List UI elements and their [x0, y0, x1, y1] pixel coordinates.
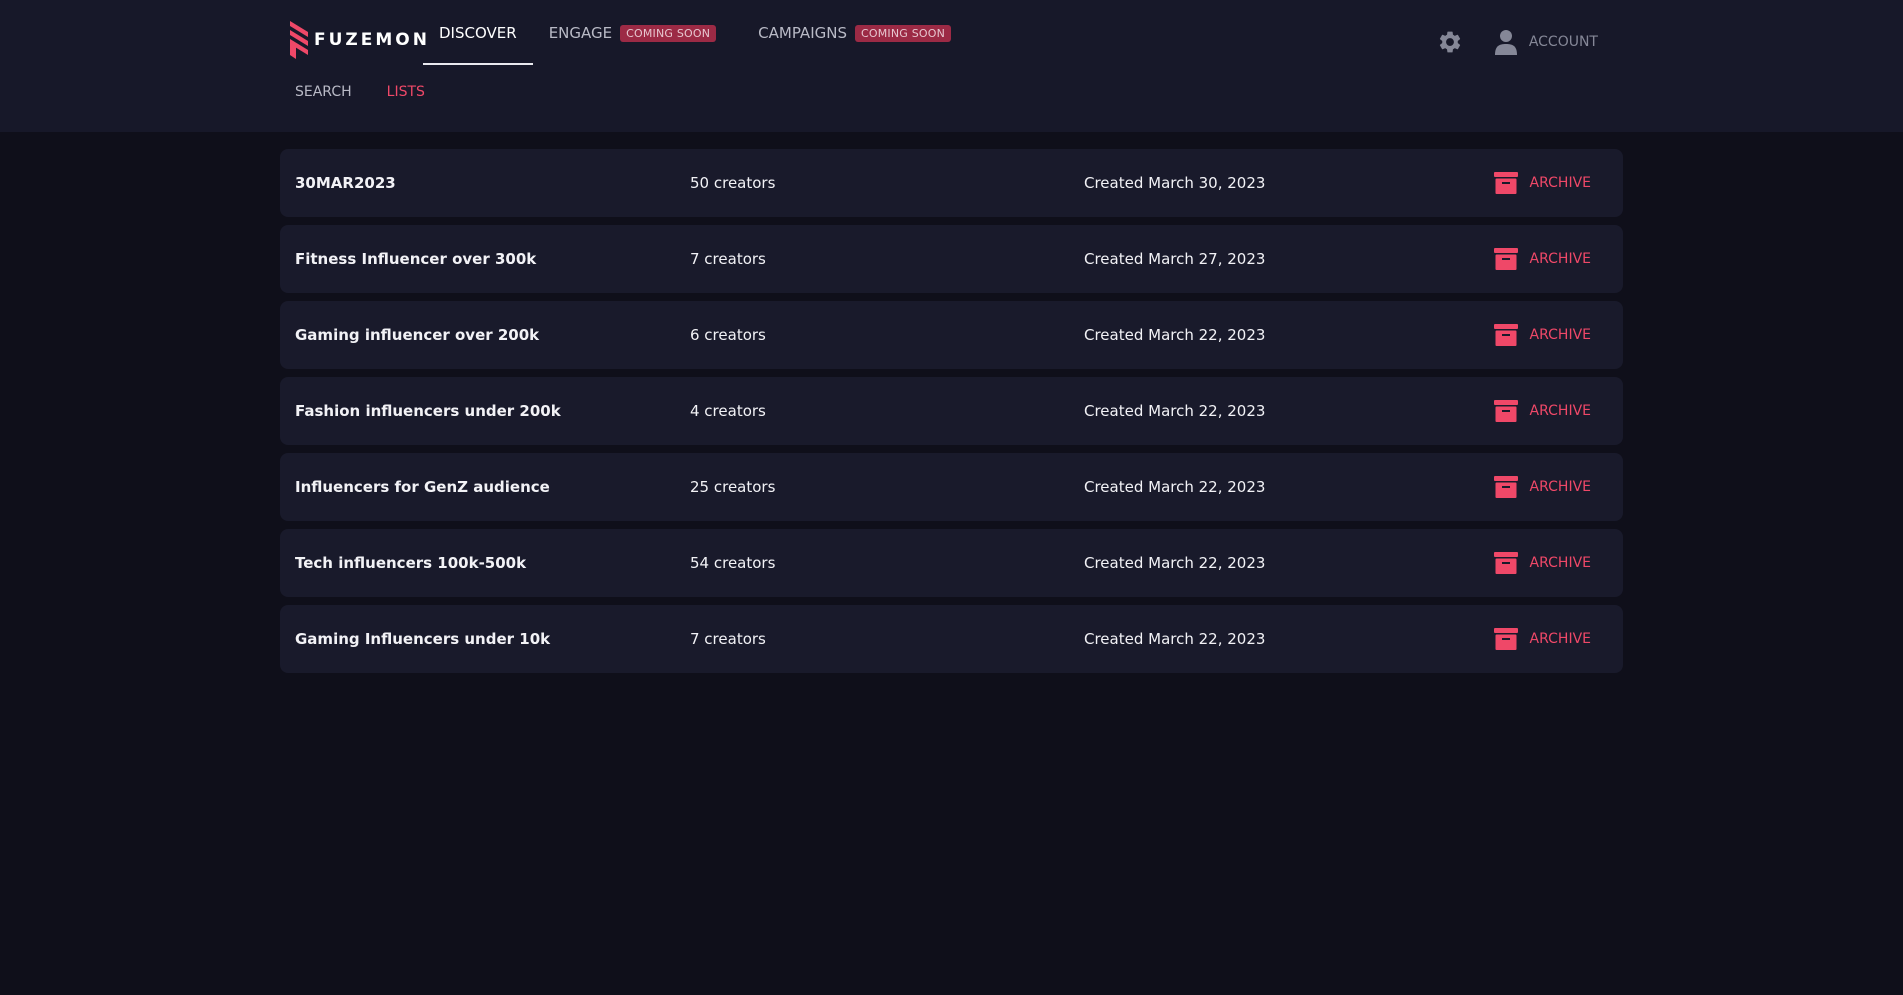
archive-button[interactable]: ARCHIVE — [1493, 605, 1591, 673]
list-item[interactable]: Tech influencers 100k-500k 54 creators C… — [280, 529, 1623, 597]
list-creator-count: 50 creators — [690, 174, 776, 192]
list-creator-count: 7 creators — [690, 250, 766, 268]
archive-icon — [1493, 324, 1518, 346]
list-creator-count: 54 creators — [690, 554, 776, 572]
archive-button[interactable]: ARCHIVE — [1493, 225, 1591, 293]
nav-discover[interactable]: DISCOVER — [423, 0, 533, 66]
main-nav: DISCOVER ENGAGE COMING SOON CAMPAIGNS CO… — [423, 0, 967, 66]
list-creator-count: 4 creators — [690, 402, 766, 420]
subnav-search[interactable]: SEARCH — [295, 84, 352, 100]
list-name: Fashion influencers under 200k — [295, 402, 561, 420]
list-name: Gaming Influencers under 10k — [295, 630, 551, 648]
list-name: Gaming influencer over 200k — [295, 326, 540, 344]
list-item[interactable]: 30MAR2023 50 creators Created March 30, … — [280, 149, 1623, 217]
list-created-date: Created March 30, 2023 — [1084, 174, 1266, 192]
archive-icon — [1493, 628, 1518, 650]
brand-name: FUZEMON — [314, 30, 430, 50]
subnav-lists[interactable]: LISTS — [387, 84, 425, 100]
user-icon — [1494, 30, 1517, 55]
archive-button[interactable]: ARCHIVE — [1493, 301, 1591, 369]
list-item[interactable]: Gaming Influencers under 10k 7 creators … — [280, 605, 1623, 673]
archive-button[interactable]: ARCHIVE — [1493, 377, 1591, 445]
account-label: ACCOUNT — [1528, 34, 1598, 50]
list-name: Influencers for GenZ audience — [295, 478, 550, 496]
archive-button[interactable]: ARCHIVE — [1493, 149, 1591, 217]
archive-label: ARCHIVE — [1529, 479, 1591, 495]
list-creator-count: 25 creators — [690, 478, 776, 496]
list-item[interactable]: Fitness Influencer over 300k 7 creators … — [280, 225, 1623, 293]
list-name: Tech influencers 100k-500k — [295, 554, 527, 572]
list-creator-count: 7 creators — [690, 630, 766, 648]
archive-icon — [1493, 476, 1518, 498]
nav-campaigns-label: CAMPAIGNS — [758, 24, 847, 42]
list-created-date: Created March 22, 2023 — [1084, 478, 1266, 496]
archive-label: ARCHIVE — [1529, 251, 1591, 267]
archive-icon — [1493, 552, 1518, 574]
nav-engage[interactable]: ENGAGE COMING SOON — [533, 0, 732, 66]
creator-lists: 30MAR2023 50 creators Created March 30, … — [280, 149, 1623, 681]
list-name: 30MAR2023 — [295, 174, 396, 192]
header-tools: ACCOUNT — [1437, 22, 1598, 62]
list-item[interactable]: Influencers for GenZ audience 25 creator… — [280, 453, 1623, 521]
nav-engage-label: ENGAGE — [548, 24, 613, 42]
list-created-date: Created March 22, 2023 — [1084, 554, 1266, 572]
archive-label: ARCHIVE — [1529, 175, 1591, 191]
sub-nav: SEARCH LISTS — [295, 80, 460, 104]
archive-icon — [1493, 248, 1518, 270]
archive-button[interactable]: ARCHIVE — [1493, 453, 1591, 521]
list-name: Fitness Influencer over 300k — [295, 250, 537, 268]
header-bar: FUZEMON DISCOVER ENGAGE COMING SOON CAMP… — [0, 0, 1903, 132]
archive-icon — [1493, 172, 1518, 194]
list-created-date: Created March 22, 2023 — [1084, 630, 1266, 648]
list-created-date: Created March 22, 2023 — [1084, 402, 1266, 420]
archive-label: ARCHIVE — [1529, 403, 1591, 419]
account-button[interactable]: ACCOUNT — [1494, 29, 1598, 55]
top-nav-container: FUZEMON DISCOVER ENGAGE COMING SOON CAMP… — [280, 0, 1623, 82]
list-created-date: Created March 22, 2023 — [1084, 326, 1266, 344]
archive-icon — [1493, 400, 1518, 422]
archive-label: ARCHIVE — [1529, 327, 1591, 343]
list-created-date: Created March 27, 2023 — [1084, 250, 1266, 268]
archive-label: ARCHIVE — [1529, 555, 1591, 571]
list-item[interactable]: Gaming influencer over 200k 6 creators C… — [280, 301, 1623, 369]
fuzemon-logo[interactable]: FUZEMON — [288, 21, 430, 59]
settings-button[interactable] — [1437, 29, 1463, 55]
list-item[interactable]: Fashion influencers under 200k 4 creator… — [280, 377, 1623, 445]
archive-button[interactable]: ARCHIVE — [1493, 529, 1591, 597]
engage-coming-soon-badge: COMING SOON — [620, 24, 717, 42]
list-creator-count: 6 creators — [690, 326, 766, 344]
campaigns-coming-soon-badge: COMING SOON — [855, 24, 952, 42]
gear-icon — [1439, 31, 1460, 53]
fuzemon-logo-icon — [290, 21, 308, 59]
nav-discover-label: DISCOVER — [439, 24, 517, 42]
archive-label: ARCHIVE — [1529, 631, 1591, 647]
nav-campaigns[interactable]: CAMPAIGNS COMING SOON — [742, 0, 967, 66]
